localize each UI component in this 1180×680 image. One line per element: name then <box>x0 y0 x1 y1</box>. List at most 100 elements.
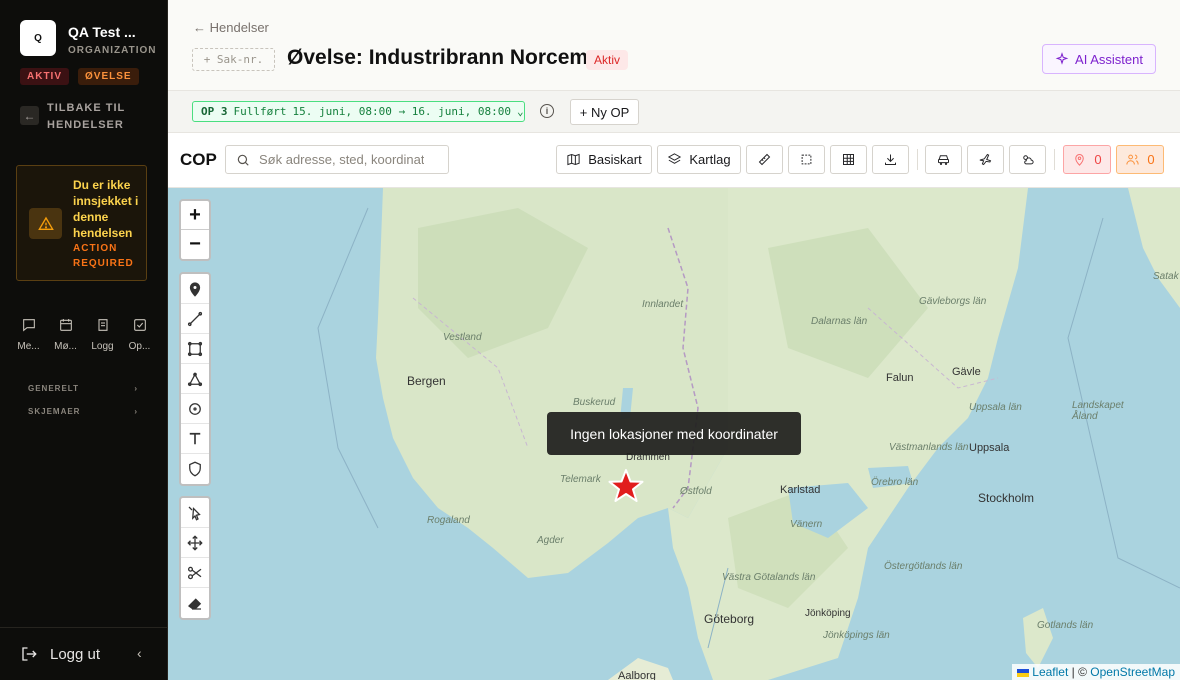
op-range: 15. juni, 08:00 → 16. juni, 08:00 <box>292 105 512 118</box>
aircraft-button[interactable] <box>967 145 1004 174</box>
polyline-icon <box>187 311 203 326</box>
map-label: Uppsala län <box>969 402 1022 413</box>
log-icon <box>97 319 108 331</box>
logout-button[interactable]: Logg ut <box>20 645 100 663</box>
nav-item-operations[interactable]: Op... <box>121 317 158 352</box>
check-in-warning[interactable]: Du er ikke innsjekket i denne hendelsen … <box>16 165 147 281</box>
map-label: Östergötlands län <box>884 561 963 572</box>
op-selector[interactable]: OP 3 Fullført 15. juni, 08:00 → 16. juni… <box>192 101 525 122</box>
message-icon <box>22 319 35 332</box>
chevron-right-icon: › <box>134 384 138 393</box>
vehicles-button[interactable] <box>925 145 962 174</box>
osm-link[interactable]: OpenStreetMap <box>1090 665 1175 679</box>
erase-button[interactable] <box>181 588 209 618</box>
search-icon <box>237 154 249 166</box>
eraser-icon <box>188 598 202 610</box>
incident-star-marker[interactable] <box>608 468 644 504</box>
org-switcher[interactable]: Q QA Test ... ORGANIZATION <box>20 20 156 56</box>
map-label: Gävleborgs län <box>919 296 987 307</box>
org-logo: Q <box>20 20 56 56</box>
draw-polygon-button[interactable] <box>181 364 209 394</box>
select-area-button[interactable] <box>788 145 825 174</box>
pins-counter-button[interactable]: 0 <box>1063 145 1111 174</box>
section-generelt[interactable]: GENERELT › <box>28 384 138 393</box>
plane-icon <box>979 153 992 166</box>
info-icon[interactable]: i <box>540 104 554 118</box>
measure-button[interactable] <box>746 145 783 174</box>
zoom-in-button[interactable]: + <box>181 201 209 230</box>
edit-vertices-button[interactable] <box>181 498 209 528</box>
page-title: Øvelse: Industribrann Norcem <box>287 46 589 69</box>
draw-line-button[interactable] <box>181 304 209 334</box>
nav-item-meetings[interactable]: Mø... <box>47 317 84 352</box>
nav-item-log[interactable]: Logg <box>84 317 121 352</box>
nav-label: Mø... <box>54 341 77 352</box>
map-label: Örebro län <box>871 477 919 488</box>
op-state: Fullført <box>233 105 287 118</box>
leaflet-link[interactable]: Leaflet <box>1032 665 1068 679</box>
back-label: TILBAKE TIL HENDELSER <box>47 102 126 131</box>
back-to-events-link[interactable]: ← TILBAKE TIL HENDELSER <box>20 100 137 134</box>
edit-toolbar <box>179 496 211 620</box>
map-label: Buskerud <box>573 397 616 408</box>
map-icon <box>567 153 580 166</box>
text-icon <box>189 432 201 444</box>
map-label: Stockholm <box>978 491 1035 505</box>
no-locations-tooltip: Ingen lokasjoner med koordinater <box>547 412 801 455</box>
map-label: Jönköping <box>805 608 851 619</box>
polygon-icon <box>187 372 203 386</box>
grid-button[interactable] <box>830 145 867 174</box>
map-canvas[interactable]: Bergen Vestland Innlandet Buskerud Telem… <box>168 188 1180 680</box>
move-button[interactable] <box>181 528 209 558</box>
layers-button[interactable]: Kartlag <box>657 145 741 174</box>
collapse-sidebar-icon[interactable]: ‹ <box>137 645 142 661</box>
ai-assistant-button[interactable]: AI Assistent <box>1042 44 1156 74</box>
cut-button[interactable] <box>181 558 209 588</box>
search-input[interactable] <box>259 152 424 167</box>
warning-icon <box>29 208 62 239</box>
map-label: Aalborg <box>618 670 656 680</box>
map-label: Innlandet <box>642 299 684 310</box>
divider <box>1054 149 1055 170</box>
cop-title: COP <box>180 150 217 169</box>
new-op-button[interactable]: + Ny OP <box>570 99 639 125</box>
map-attribution: Leaflet | © OpenStreetMap <box>1011 664 1180 680</box>
map-search[interactable] <box>225 145 449 174</box>
map-label: Agder <box>537 535 564 546</box>
people-counter-button[interactable]: 0 <box>1116 145 1164 174</box>
draw-text-button[interactable] <box>181 424 209 454</box>
nav-item-messages[interactable]: Me... <box>10 317 47 352</box>
status-badge: Aktiv <box>586 50 629 70</box>
scissors-icon <box>187 566 202 579</box>
draw-rectangle-button[interactable] <box>181 334 209 364</box>
draw-shield-button[interactable] <box>181 454 209 484</box>
section-skjemaer[interactable]: SKJEMAER › <box>28 407 138 416</box>
map-label: Falun <box>886 372 914 384</box>
attribution-separator: | © <box>1068 665 1091 679</box>
chevron-right-icon: › <box>134 407 138 416</box>
basemap-label: Basiskart <box>588 152 642 167</box>
weather-button[interactable] <box>1009 145 1046 174</box>
download-button[interactable] <box>872 145 909 174</box>
map-label: Landskapet Åland <box>1072 400 1124 422</box>
shield-icon <box>189 461 201 477</box>
nav-label: Op... <box>128 341 151 352</box>
draw-marker-button[interactable] <box>181 274 209 304</box>
basemap-button[interactable]: Basiskart <box>556 145 652 174</box>
draw-toolbar <box>179 272 211 486</box>
map-label: Rogaland <box>427 515 470 526</box>
ruler-icon <box>758 153 771 166</box>
layers-icon <box>668 153 682 164</box>
section-label: SKJEMAER <box>28 407 81 416</box>
map-label: Satak <box>1153 271 1179 282</box>
map-label: Gotlands län <box>1037 620 1094 631</box>
grid-icon <box>843 154 854 165</box>
status-badge-active: AKTIV <box>20 68 69 85</box>
edit-pointer-icon <box>188 506 201 521</box>
breadcrumb[interactable]: ← Hendelser <box>193 20 269 35</box>
zoom-out-button[interactable]: − <box>181 230 209 259</box>
checkbox-icon <box>133 319 146 331</box>
op-bar: OP 3 Fullført 15. juni, 08:00 → 16. juni… <box>168 90 1180 133</box>
draw-circle-button[interactable] <box>181 394 209 424</box>
case-number-button[interactable]: + Sak-nr. <box>192 48 275 71</box>
